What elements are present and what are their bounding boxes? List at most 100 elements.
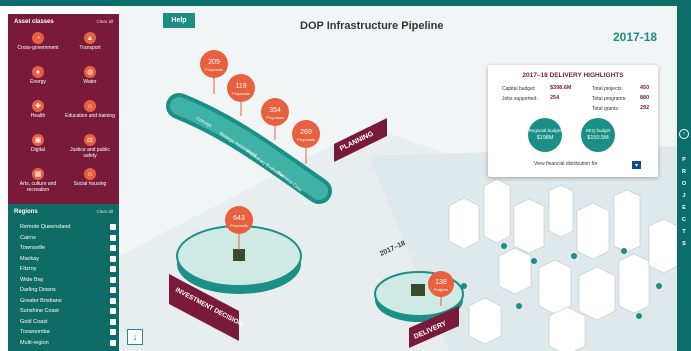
digital-icon: ▣ <box>32 134 44 146</box>
bubble-label: Proposals <box>266 115 284 120</box>
region-checkbox[interactable] <box>110 308 116 315</box>
region-name: Darling Downs <box>20 287 56 294</box>
asset-classes-title: Asset classes <box>14 19 54 25</box>
region-row[interactable]: Wide Bay <box>20 275 116 286</box>
region-checkbox[interactable] <box>110 329 116 336</box>
region-checkbox[interactable] <box>110 318 116 325</box>
total-programs-value: 880 <box>640 95 650 101</box>
projects-letter: O <box>681 181 687 187</box>
regions-title: Regions <box>14 209 38 215</box>
app-frame: Asset classes Clear all ◔ Cross-governme… <box>0 0 691 351</box>
delivery-icon <box>411 284 425 296</box>
delivery-highlights-card: 2017–18 DELIVERY HIGHLIGHTS Capital budg… <box>488 65 658 177</box>
region-row[interactable]: Mackay <box>20 254 116 265</box>
region-row[interactable]: Gold Coast <box>20 317 116 328</box>
total-projects-value: 450 <box>640 85 650 91</box>
region-row[interactable]: Darling Downs <box>20 285 116 296</box>
bubble-119[interactable]: 119 Proposals <box>227 74 255 116</box>
asset-label: Arts, culture and recreation <box>19 181 57 193</box>
asset-label: Education and training <box>65 113 115 119</box>
region-name: Wide Bay <box>20 276 44 283</box>
region-name: Fitzroy <box>20 266 37 273</box>
asset-item-housing[interactable]: ⌂ Social housing <box>64 168 116 198</box>
region-checkbox[interactable] <box>110 339 116 346</box>
asset-item-water[interactable]: ◍ Water <box>64 66 116 96</box>
region-checkbox[interactable] <box>110 287 116 294</box>
highlights-title: 2017–18 DELIVERY HIGHLIGHTS <box>522 72 624 79</box>
transport-icon: ▲ <box>84 32 96 44</box>
bubble-label: Projects <box>434 287 448 292</box>
projects-letter: P <box>682 157 686 163</box>
region-checkbox[interactable] <box>110 276 116 283</box>
projects-side-tab[interactable]: ‹ P R O J E C T S <box>677 6 691 351</box>
bubble-value: 269 <box>300 129 312 136</box>
bubble-label: Proposals <box>205 67 223 72</box>
region-row[interactable]: Greater Brisbane <box>20 296 116 307</box>
bubble-354[interactable]: 354 Proposals <box>261 98 289 140</box>
regional-budget-value: $198M <box>536 135 554 142</box>
asset-label: Social housing <box>73 181 107 187</box>
region-row[interactable]: Multi-region <box>20 338 116 349</box>
seq-budget-circle[interactable]: SEQ budget $150.5M <box>581 118 615 152</box>
projects-letter: J <box>682 193 686 199</box>
jobs-value: 254 <box>550 95 560 101</box>
region-checkbox[interactable] <box>110 297 116 304</box>
region-row[interactable]: Townsville <box>20 243 116 254</box>
bubble-value: 354 <box>269 107 281 114</box>
financial-distribution-label: View financial distribution for <box>534 161 598 167</box>
region-checkbox[interactable] <box>110 245 116 252</box>
projects-tab-label: P R O J E C T S <box>677 154 691 250</box>
region-name: Mackay <box>20 255 39 262</box>
asset-label: Justice and public safety <box>70 147 110 159</box>
page-title: DOP Infrastructure Pipeline <box>300 20 444 32</box>
region-checkbox[interactable] <box>110 255 116 262</box>
bubble-209[interactable]: 209 Proposals <box>200 50 228 94</box>
projects-letter: C <box>682 217 686 223</box>
arrow-down-icon: ↓ <box>132 331 138 343</box>
chevron-left-icon[interactable]: ‹ <box>679 129 689 139</box>
asset-item-energy[interactable]: ● Energy <box>12 66 64 96</box>
asset-item-cross-government[interactable]: ◔ Cross-government <box>12 32 64 62</box>
region-row[interactable]: Cairns <box>20 233 116 244</box>
region-row[interactable]: Fitzroy <box>20 264 116 275</box>
regional-budget-circle[interactable]: Regional budget $198M <box>528 118 562 152</box>
asset-item-arts[interactable]: ▦ Arts, culture and recreation <box>12 168 64 198</box>
projects-letter: R <box>682 169 686 175</box>
bubble-value: 209 <box>208 59 220 66</box>
asset-item-justice[interactable]: ⚖ Justice and public safety <box>64 134 116 164</box>
region-row[interactable]: Toowoomba <box>20 327 116 338</box>
total-programs-label: Total programs: <box>592 96 627 102</box>
asset-label: Health <box>30 113 46 119</box>
region-checkbox[interactable] <box>110 224 116 231</box>
region-name: Gold Coast <box>20 318 48 325</box>
asset-label: Water <box>83 79 97 85</box>
asset-item-digital[interactable]: ▣ Digital <box>12 134 64 164</box>
asset-clear-all-link[interactable]: Clear all <box>96 19 113 24</box>
region-checkbox[interactable] <box>110 234 116 241</box>
scroll-down-button[interactable]: ↓ <box>127 329 143 345</box>
asset-classes-panel: Asset classes Clear all ◔ Cross-governme… <box>8 14 119 204</box>
projects-letter: E <box>682 205 686 211</box>
asset-item-transport[interactable]: ▲ Transport <box>64 32 116 62</box>
asset-item-education[interactable]: ⌂ Education and training <box>64 100 116 130</box>
education-icon: ⌂ <box>84 100 96 112</box>
regions-panel: Regions Clear all Remote Queensland Cair… <box>8 204 119 351</box>
region-name: Remote Queensland <box>20 224 71 231</box>
pipeline-stage: Concept Strategic Assessment Preliminary… <box>119 6 677 351</box>
region-name: Multi-region <box>20 339 49 346</box>
region-list: Remote Queensland Cairns Townsville Mack… <box>20 222 116 348</box>
region-name: Sunshine Coast <box>20 308 59 315</box>
year-label: 2017-18 <box>613 30 658 44</box>
region-checkbox[interactable] <box>110 266 116 273</box>
region-row[interactable]: Sunshine Coast <box>20 306 116 317</box>
justice-icon: ⚖ <box>84 134 96 146</box>
asset-label: Energy <box>30 79 46 85</box>
help-button[interactable]: Help <box>163 13 195 28</box>
region-row[interactable]: Remote Queensland <box>20 222 116 233</box>
chevron-down-icon[interactable]: ▾ <box>632 161 641 169</box>
region-name: Townsville <box>20 245 46 252</box>
regions-clear-all-link[interactable]: Clear all <box>96 209 113 214</box>
bubble-label: Proposals <box>230 223 248 228</box>
region-name: Cairns <box>20 234 36 241</box>
asset-item-health[interactable]: ✚ Health <box>12 100 64 130</box>
